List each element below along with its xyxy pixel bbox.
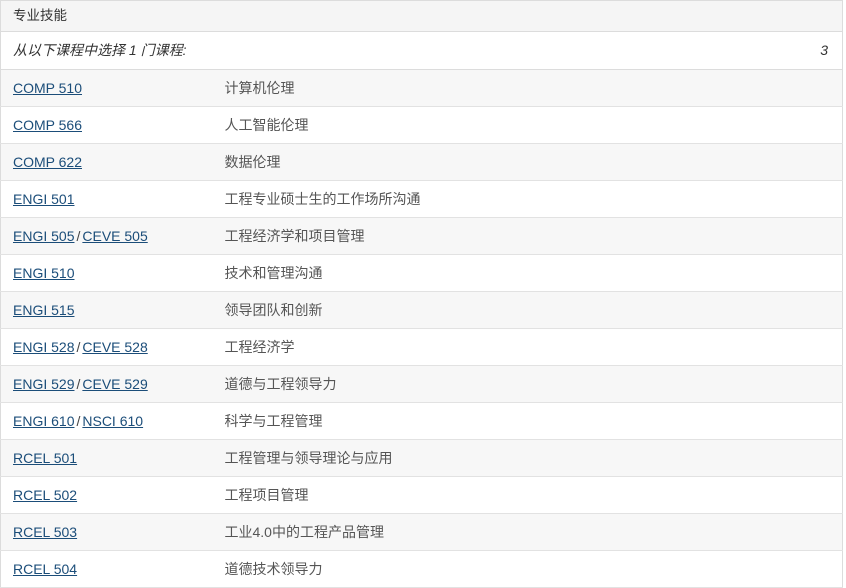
course-code-link[interactable]: CEVE 528 bbox=[82, 339, 147, 355]
course-code-link[interactable]: ENGI 505 bbox=[13, 228, 74, 244]
course-hours-cell bbox=[772, 513, 843, 551]
course-hours-cell bbox=[772, 180, 843, 218]
area-header-label: 专业技能 bbox=[0, 0, 843, 32]
table-row: RCEL 501 工程管理与领导理论与应用 bbox=[0, 439, 843, 477]
table-row: COMP 510 计算机伦理 bbox=[0, 69, 843, 107]
table-row: RCEL 504 道德技术领导力 bbox=[0, 550, 843, 588]
course-title-cell: 道德与工程领导力 bbox=[212, 365, 773, 403]
course-hours-cell bbox=[772, 217, 843, 255]
course-hours-cell bbox=[772, 143, 843, 181]
table-row: ENGI 510 技术和管理沟通 bbox=[0, 254, 843, 292]
course-title-cell: 工业4.0中的工程产品管理 bbox=[212, 513, 773, 551]
course-code-link[interactable]: RCEL 501 bbox=[13, 450, 77, 466]
course-table-body: 专业技能 从以下课程中选择 1 门课程: 3 COMP 510 计算机伦理 COMP… bbox=[0, 0, 843, 588]
course-code-cell: COMP 510 bbox=[0, 69, 213, 107]
course-hours-cell bbox=[772, 106, 843, 144]
course-code-cell: RCEL 502 bbox=[0, 476, 213, 514]
course-title-cell: 工程专业硕士生的工作场所沟通 bbox=[212, 180, 773, 218]
course-title-cell: 技术和管理沟通 bbox=[212, 254, 773, 292]
course-hours-cell bbox=[772, 402, 843, 440]
table-row: ENGI 610/NSCI 610 科学与工程管理 bbox=[0, 402, 843, 440]
course-hours-cell bbox=[772, 365, 843, 403]
course-code-link[interactable]: RCEL 502 bbox=[13, 487, 77, 503]
area-header-row: 专业技能 bbox=[0, 0, 843, 32]
course-title-cell: 工程经济学和项目管理 bbox=[212, 217, 773, 255]
course-code-cell: RCEL 501 bbox=[0, 439, 213, 477]
course-title-cell: 人工智能伦理 bbox=[212, 106, 773, 144]
course-code-cell: ENGI 528/CEVE 528 bbox=[0, 328, 213, 366]
course-code-cell: ENGI 505/CEVE 505 bbox=[0, 217, 213, 255]
course-code-cell: ENGI 501 bbox=[0, 180, 213, 218]
table-row: ENGI 505/CEVE 505 工程经济学和项目管理 bbox=[0, 217, 843, 255]
table-row: ENGI 529/CEVE 529 道德与工程领导力 bbox=[0, 365, 843, 403]
course-hours-cell bbox=[772, 476, 843, 514]
course-code-cell: ENGI 510 bbox=[0, 254, 213, 292]
course-code-link[interactable]: ENGI 501 bbox=[13, 191, 74, 207]
course-title-cell: 工程管理与领导理论与应用 bbox=[212, 439, 773, 477]
course-code-link[interactable]: ENGI 529 bbox=[13, 376, 74, 392]
course-title-cell: 道德技术领导力 bbox=[212, 550, 773, 588]
table-row: RCEL 502 工程项目管理 bbox=[0, 476, 843, 514]
course-code-link[interactable]: ENGI 528 bbox=[13, 339, 74, 355]
course-code-cell: RCEL 503 bbox=[0, 513, 213, 551]
course-code-cell: ENGI 610/NSCI 610 bbox=[0, 402, 213, 440]
course-hours-cell bbox=[772, 439, 843, 477]
course-title-cell: 科学与工程管理 bbox=[212, 402, 773, 440]
course-hours-cell bbox=[772, 254, 843, 292]
table-row: RCEL 503 工业4.0中的工程产品管理 bbox=[0, 513, 843, 551]
course-code-link[interactable]: COMP 622 bbox=[13, 154, 82, 170]
course-requirements-table: 专业技能 从以下课程中选择 1 门课程: 3 COMP 510 计算机伦理 COMP… bbox=[0, 0, 844, 588]
course-title-cell: 领导团队和创新 bbox=[212, 291, 773, 329]
selection-instruction-row: 从以下课程中选择 1 门课程: 3 bbox=[0, 31, 843, 70]
course-code-cell: ENGI 529/CEVE 529 bbox=[0, 365, 213, 403]
course-hours-cell bbox=[772, 550, 843, 588]
course-code-link[interactable]: NSCI 610 bbox=[82, 413, 143, 429]
course-hours-cell bbox=[772, 328, 843, 366]
course-code-cell: COMP 566 bbox=[0, 106, 213, 144]
selection-instruction-text: 从以下课程中选择 1 门课程: bbox=[0, 31, 773, 70]
course-title-cell: 工程项目管理 bbox=[212, 476, 773, 514]
course-code-cell: RCEL 504 bbox=[0, 550, 213, 588]
course-code-link[interactable]: RCEL 503 bbox=[13, 524, 77, 540]
course-code-link[interactable]: ENGI 515 bbox=[13, 302, 74, 318]
course-code-cell: ENGI 515 bbox=[0, 291, 213, 329]
course-code-link[interactable]: ENGI 610 bbox=[13, 413, 74, 429]
course-code-link[interactable]: ENGI 510 bbox=[13, 265, 74, 281]
selection-instruction-hours: 3 bbox=[772, 31, 843, 70]
course-code-link[interactable]: CEVE 529 bbox=[82, 376, 147, 392]
course-code-link[interactable]: COMP 510 bbox=[13, 80, 82, 96]
course-hours-cell bbox=[772, 69, 843, 107]
table-row: COMP 566 人工智能伦理 bbox=[0, 106, 843, 144]
course-code-link[interactable]: RCEL 504 bbox=[13, 561, 77, 577]
table-row: ENGI 528/CEVE 528 工程经济学 bbox=[0, 328, 843, 366]
course-code-link[interactable]: CEVE 505 bbox=[82, 228, 147, 244]
course-title-cell: 工程经济学 bbox=[212, 328, 773, 366]
table-row: COMP 622 数据伦理 bbox=[0, 143, 843, 181]
course-code-link[interactable]: COMP 566 bbox=[13, 117, 82, 133]
course-title-cell: 计算机伦理 bbox=[212, 69, 773, 107]
course-hours-cell bbox=[772, 291, 843, 329]
table-row: ENGI 501 工程专业硕士生的工作场所沟通 bbox=[0, 180, 843, 218]
course-title-cell: 数据伦理 bbox=[212, 143, 773, 181]
table-row: ENGI 515 领导团队和创新 bbox=[0, 291, 843, 329]
course-code-cell: COMP 622 bbox=[0, 143, 213, 181]
